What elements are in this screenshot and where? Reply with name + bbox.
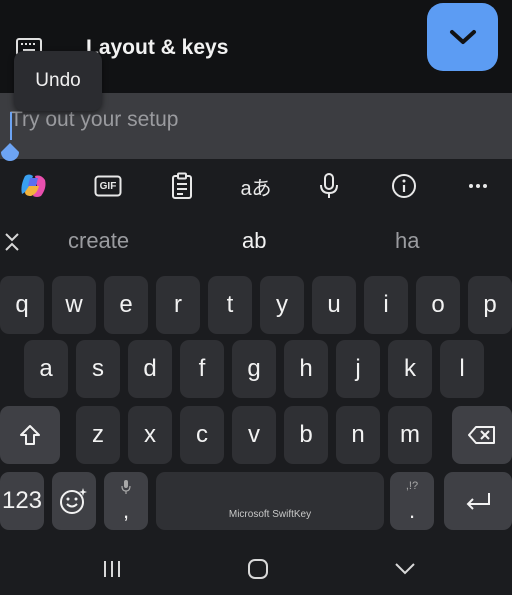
space-label: Microsoft SwiftKey (228, 509, 312, 520)
suggestion-1[interactable]: create (68, 228, 129, 254)
key-i[interactable]: i (364, 276, 408, 334)
key-o[interactable]: o (416, 276, 460, 334)
enter-icon (466, 493, 490, 510)
translate-icon: aあ (240, 177, 272, 200)
key-q[interactable]: q (0, 276, 44, 334)
key-y[interactable]: y (260, 276, 304, 334)
system-nav-bar (0, 543, 512, 595)
shift-icon (20, 425, 40, 445)
key-j[interactable]: j (336, 340, 380, 398)
back-icon (395, 563, 415, 575)
voice-button[interactable] (311, 170, 347, 202)
suggestion-2[interactable]: ab (242, 228, 266, 254)
info-button[interactable] (386, 170, 422, 202)
page-title: Layout & keys (86, 36, 229, 59)
home-button[interactable] (246, 557, 270, 581)
info-icon (392, 174, 416, 198)
key-d[interactable]: d (128, 340, 172, 398)
period-hint: ,!? (405, 480, 419, 492)
collapse-keyboard-button[interactable] (427, 3, 498, 71)
key-p[interactable]: p (468, 276, 512, 334)
microphone-icon (320, 173, 338, 198)
key-l[interactable]: l (440, 340, 484, 398)
space-key[interactable]: Microsoft SwiftKey (156, 472, 384, 530)
key-f[interactable]: f (180, 340, 224, 398)
back-button[interactable] (393, 557, 417, 581)
backspace-key[interactable] (452, 406, 512, 464)
keyboard-toolbar: GIF aあ (0, 159, 512, 214)
microphone-hint-icon (121, 480, 131, 494)
numbers-key[interactable]: 123 (0, 472, 44, 530)
key-s[interactable]: s (76, 340, 120, 398)
gif-label: GIF (99, 180, 117, 192)
key-v[interactable]: v (232, 406, 276, 464)
recents-button[interactable] (100, 557, 124, 581)
key-e[interactable]: e (104, 276, 148, 334)
key-r[interactable]: r (156, 276, 200, 334)
key-a[interactable]: a (24, 340, 68, 398)
key-n[interactable]: n (336, 406, 380, 464)
recents-icon (104, 561, 120, 577)
text-caret (10, 112, 12, 140)
copilot-icon (21, 174, 46, 197)
gif-button[interactable]: GIF (90, 170, 126, 202)
comma-label: , (122, 498, 130, 523)
key-b[interactable]: b (284, 406, 328, 464)
keyboard: q w e r t y u i o p a s d f g h j k l z … (0, 270, 512, 543)
period-key[interactable]: ,!? . (390, 472, 434, 530)
key-u[interactable]: u (312, 276, 356, 334)
copilot-button[interactable] (16, 170, 52, 202)
key-k[interactable]: k (388, 340, 432, 398)
key-h[interactable]: h (284, 340, 328, 398)
clipboard-button[interactable] (164, 170, 200, 202)
period-label: . (408, 498, 416, 523)
emoji-icon (60, 488, 87, 514)
enter-key[interactable] (444, 472, 512, 530)
home-icon (248, 559, 268, 579)
more-icon (469, 184, 487, 188)
collapse-suggestions-icon[interactable] (3, 231, 21, 253)
undo-label: Undo (35, 70, 81, 91)
emoji-key[interactable] (52, 472, 96, 530)
suggestion-strip: create ab ha (0, 214, 512, 270)
backspace-icon (468, 426, 495, 444)
shift-key[interactable] (0, 406, 60, 464)
translate-button[interactable]: aあ (238, 170, 274, 202)
key-x[interactable]: x (128, 406, 172, 464)
key-w[interactable]: w (52, 276, 96, 334)
clipboard-icon (172, 172, 192, 199)
chevron-down-icon (449, 30, 476, 44)
key-z[interactable]: z (76, 406, 120, 464)
undo-tooltip[interactable]: Undo (14, 51, 102, 111)
comma-key[interactable]: , (104, 472, 148, 530)
more-button[interactable] (460, 170, 496, 202)
suggestion-3[interactable]: ha (395, 228, 419, 254)
key-m[interactable]: m (388, 406, 432, 464)
key-c[interactable]: c (180, 406, 224, 464)
key-t[interactable]: t (208, 276, 252, 334)
caret-handle-icon[interactable] (0, 143, 20, 165)
key-g[interactable]: g (232, 340, 276, 398)
